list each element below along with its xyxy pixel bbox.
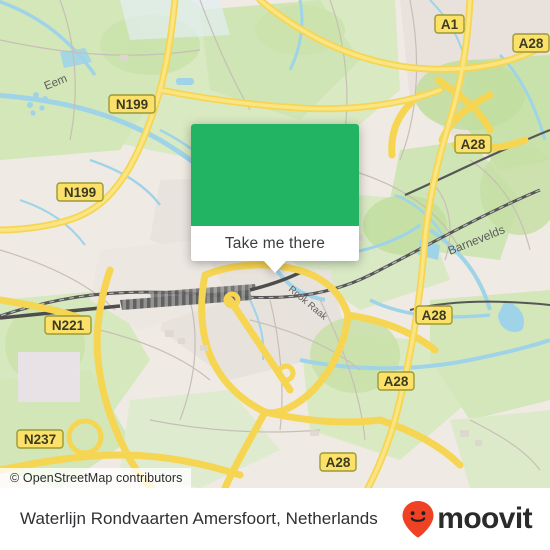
road-shield-a28-bottom[interactable]: A28 [319, 452, 357, 472]
road-shield-label: N221 [52, 318, 85, 333]
road-shield-a28-topright[interactable]: A28 [512, 33, 550, 53]
place-title: Waterlijn Rondvaarten Amersfoort, Nether… [20, 509, 378, 528]
road-shield-label: A1 [441, 17, 459, 32]
map-attribution-text: © OpenStreetMap contributors [10, 471, 183, 485]
place-photo-thumbnail [191, 124, 359, 226]
road-shield-label: A28 [422, 308, 447, 323]
road-shield-a28-midright[interactable]: A28 [454, 134, 492, 154]
place-popup-body: Take me there [191, 124, 359, 261]
road-shield-label: A28 [384, 374, 409, 389]
road-shield-n199-top[interactable]: N199 [108, 94, 156, 114]
take-me-there-label: Take me there [224, 234, 326, 252]
moovit-pin-icon [402, 501, 434, 538]
road-shield-n199-left[interactable]: N199 [56, 182, 104, 202]
road-shield-label: A28 [461, 137, 486, 152]
road-shield-a28-right[interactable]: A28 [415, 305, 453, 325]
road-shield-label: A28 [519, 36, 544, 51]
moovit-logo[interactable]: moovit [401, 500, 533, 538]
popup-pointer-tail [263, 260, 287, 273]
moovit-place-map-page: Eem Barnevelds Rook Raak N199 N199 N221 … [0, 0, 550, 550]
road-shield-label: N199 [64, 185, 96, 200]
road-shield-label: N237 [24, 432, 56, 447]
road-shield-a28-lowerright[interactable]: A28 [377, 371, 415, 391]
road-shield-n237[interactable]: N237 [16, 429, 64, 449]
road-shield-label: N199 [116, 97, 148, 112]
take-me-there-button[interactable]: Take me there [191, 226, 359, 261]
map-attribution[interactable]: © OpenStreetMap contributors [0, 468, 191, 488]
road-shield-a1[interactable]: A1 [434, 14, 465, 34]
place-popup-card[interactable]: Take me there [191, 124, 359, 273]
road-shield-n221[interactable]: N221 [44, 315, 92, 335]
footer-bar: Waterlijn Rondvaarten Amersfoort, Nether… [0, 488, 550, 550]
moovit-wordmark: moovit [437, 502, 532, 535]
road-shield-label: A28 [326, 455, 351, 470]
